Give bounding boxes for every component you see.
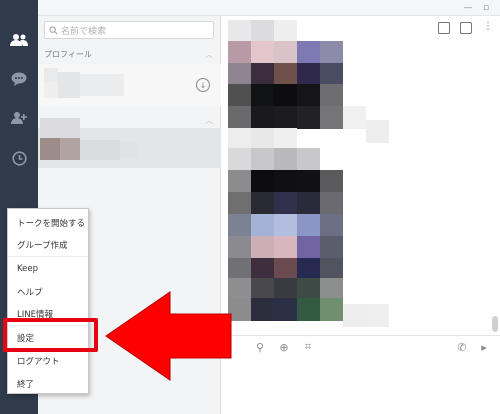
red-arrow-annotation: [105, 291, 232, 381]
menu-item-logout[interactable]: ログアウト: [8, 349, 88, 372]
chat-scrollbar[interactable]: [492, 316, 498, 332]
chat-toolbar: ⚲ ⊕ ⌗ ✆ ▸: [221, 335, 500, 357]
notes-icon[interactable]: [460, 22, 472, 34]
menu-item-create-group[interactable]: グループ作成: [8, 234, 88, 257]
search-placeholder: 名前で検索: [61, 26, 107, 37]
history-icon[interactable]: [9, 148, 29, 168]
copy-icon[interactable]: [438, 22, 450, 34]
call-icon[interactable]: ✆: [455, 340, 469, 354]
window-titlebar: — ▫: [38, 0, 500, 16]
menu-item-keep[interactable]: Keep: [8, 257, 88, 280]
chevron-up-icon: ︿: [205, 115, 213, 125]
attach-icon[interactable]: ⚲: [253, 340, 267, 354]
menu-item-help[interactable]: ヘルプ: [8, 280, 88, 303]
minimize-icon[interactable]: —: [462, 2, 474, 14]
maximize-icon[interactable]: ▫: [480, 2, 492, 14]
chat-header-icons: ⋮: [438, 22, 494, 34]
settings-highlight-box: [3, 318, 98, 352]
video-call-icon[interactable]: ▸: [477, 340, 491, 354]
add-friend-icon[interactable]: [9, 108, 29, 128]
friends-icon[interactable]: [9, 30, 29, 50]
keep-save-icon[interactable]: ⊕: [277, 340, 291, 354]
chevron-up-icon: ︿: [205, 49, 213, 59]
profile-section-header[interactable]: プロフィール ︿: [38, 46, 221, 62]
search-field[interactable]: 名前で検索: [44, 21, 214, 39]
crop-icon[interactable]: ⌗: [301, 340, 315, 354]
context-menu: トークを開始する グループ作成 Keep ヘルプ LINE情報 設定 ログアウト…: [7, 208, 89, 394]
profile-row[interactable]: ↓: [38, 64, 221, 106]
chat-icon[interactable]: [9, 69, 29, 89]
profile-section-label: プロフィール: [44, 49, 92, 59]
search-icon: [49, 25, 58, 35]
more-icon[interactable]: ⋮: [482, 22, 494, 34]
chat-area: ⋮ ⚲ ⊕ ⌗ ✆ ▸: [221, 16, 500, 414]
friend-row-selected[interactable]: [38, 118, 221, 168]
menu-item-exit[interactable]: 終了: [8, 372, 88, 395]
menu-item-start-talk[interactable]: トークを開始する: [8, 211, 88, 234]
keep-icon[interactable]: ↓: [196, 78, 210, 92]
